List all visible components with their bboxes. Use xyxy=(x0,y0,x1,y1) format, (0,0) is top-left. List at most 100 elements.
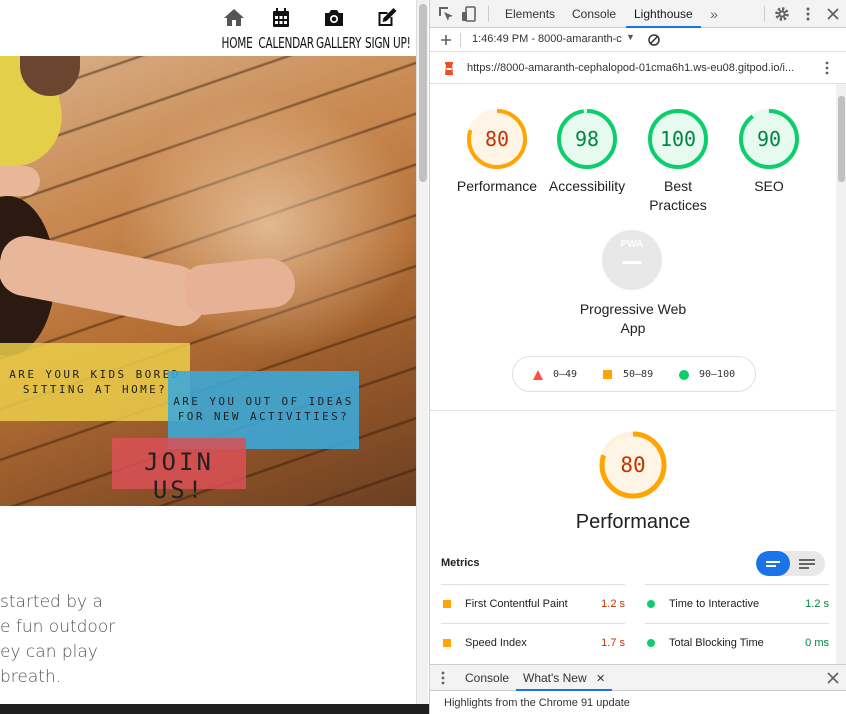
metric-name: First Contentful Paint xyxy=(465,598,568,610)
metric-row: Speed Index 1.7 s xyxy=(441,623,625,662)
gauge-score: 98 xyxy=(574,127,600,151)
drawer-menu-icon[interactable] xyxy=(438,671,448,685)
gauge-best-practices[interactable]: 100 Best Practices xyxy=(633,108,723,215)
nav-gallery[interactable]: GALLERY xyxy=(311,6,362,52)
green-circle-icon xyxy=(647,600,655,608)
edit-icon xyxy=(378,8,397,26)
tab-elements[interactable]: Elements xyxy=(505,0,555,28)
dropdown-arrow-icon[interactable]: ▼ xyxy=(626,32,635,42)
devtools-toolbar: Elements Console Lighthouse » xyxy=(430,0,846,28)
metric-name: Speed Index xyxy=(465,637,527,649)
device-toolbar-icon[interactable] xyxy=(460,5,478,23)
whats-new-text: Highlights from the Chrome 91 update xyxy=(444,697,630,709)
legend-range: 90–100 xyxy=(699,369,736,380)
gauge-score: 100 xyxy=(659,127,697,151)
intro-line: e fun outdoor xyxy=(0,617,116,637)
gauge-performance[interactable]: 80 Performance xyxy=(452,108,542,196)
devtools-drawer: Console What's New ✕ Highlights from the… xyxy=(430,664,846,714)
card-line: sitting at home? xyxy=(22,383,168,396)
drawer-tab-console[interactable]: Console xyxy=(465,665,509,691)
close-icon[interactable] xyxy=(824,5,842,23)
bored-kids-card: Are your kids bored sitting at home? xyxy=(0,343,190,421)
join-us-button[interactable]: Join us! xyxy=(112,438,246,504)
tab-lighthouse[interactable]: Lighthouse xyxy=(626,0,701,28)
card-line: Are your kids bored xyxy=(9,368,181,381)
report-scrollbar[interactable] xyxy=(836,84,846,664)
plus-icon[interactable] xyxy=(439,33,453,47)
pwa-label: Progressive Web App xyxy=(579,301,687,336)
card-line: Are you out of ideas xyxy=(173,395,354,408)
score-legend: 0–49 50–89 90–100 xyxy=(512,356,756,392)
nav-home[interactable]: HOME xyxy=(218,6,253,52)
lighthouse-logo-icon xyxy=(445,62,453,75)
scrollbar-thumb[interactable] xyxy=(419,4,427,182)
nav-label: HOME xyxy=(221,34,253,52)
gauge-score: 80 xyxy=(484,127,510,151)
legend-range: 50–89 xyxy=(623,369,654,380)
page-scrollbar[interactable] xyxy=(416,0,428,704)
camera-icon xyxy=(325,10,343,26)
inspect-element-icon[interactable] xyxy=(437,5,455,23)
metrics-heading: Metrics xyxy=(441,557,480,569)
pwa-badge-icon: PWA xyxy=(602,230,662,290)
performance-gauge: 80 xyxy=(598,430,668,500)
pwa-badge-text: PWA xyxy=(620,239,644,250)
orange-square-icon xyxy=(443,639,451,647)
home-icon xyxy=(224,9,244,26)
orange-square-icon xyxy=(603,370,612,379)
audited-url: https://8000-amaranth-cephalopod-01cma6h… xyxy=(467,62,795,74)
gear-icon[interactable] xyxy=(773,5,791,23)
performance-score: 80 xyxy=(620,453,646,477)
intro-line: breath. xyxy=(0,667,62,687)
intro-line: started by a xyxy=(0,592,103,612)
metric-row: First Contentful Paint 1.2 s xyxy=(441,584,625,623)
calendar-icon xyxy=(273,8,289,27)
metric-name: Time to Interactive xyxy=(669,598,760,610)
green-circle-icon xyxy=(647,639,655,647)
nav-calendar[interactable]: CALENDAR xyxy=(252,6,314,52)
scrollbar-thumb[interactable] xyxy=(838,96,845,182)
orange-square-icon xyxy=(443,600,451,608)
kebab-menu-icon[interactable] xyxy=(799,5,817,23)
metric-value: 1.2 s xyxy=(805,598,829,610)
screen: Are your kids bored sitting at home? Are… xyxy=(0,0,846,714)
taskbar xyxy=(0,704,429,714)
lighthouse-toolbar: 1:46:49 PM - 8000-amaranth-c ▼ xyxy=(430,28,846,52)
website-viewport: Are your kids bored sitting at home? Are… xyxy=(0,0,416,704)
intro-line: ey can play xyxy=(0,642,98,662)
drawer-tab-label: What's New xyxy=(523,671,587,685)
hero-image: Are your kids bored sitting at home? Are… xyxy=(0,56,416,506)
metric-name: Total Blocking Time xyxy=(669,637,764,649)
gauge-label: Accessibility xyxy=(548,178,626,194)
card-line: for new activities? xyxy=(177,410,350,423)
gauge-seo[interactable]: 90 SEO xyxy=(724,108,814,196)
gauge-label: Best Practices xyxy=(649,178,707,213)
metric-value: 0 ms xyxy=(805,637,829,649)
metric-value: 1.7 s xyxy=(601,637,625,649)
site-navbar: HOME CALENDAR GALLERY SIGN UP! xyxy=(0,0,416,56)
gauge-score: 90 xyxy=(756,127,782,151)
performance-title: Performance xyxy=(575,511,691,533)
nav-label: GALLERY xyxy=(316,34,362,52)
nav-sign-up[interactable]: SIGN UP! xyxy=(359,6,414,52)
metric-row: Total Blocking Time 0 ms xyxy=(645,623,829,662)
drawer-tab-whats-new[interactable]: What's New ✕ xyxy=(516,665,613,691)
url-menu-icon[interactable] xyxy=(820,60,834,76)
metric-row: Time to Interactive 1.2 s xyxy=(645,584,829,623)
gauge-accessibility[interactable]: 98 Accessibility xyxy=(542,108,632,196)
red-triangle-icon xyxy=(533,370,543,380)
clear-icon[interactable] xyxy=(647,33,661,47)
metric-value: 1.2 s xyxy=(601,598,625,610)
tab-console[interactable]: Console xyxy=(572,0,616,28)
gauge-label: SEO xyxy=(754,178,784,194)
close-tab-icon[interactable]: ✕ xyxy=(596,673,605,685)
green-circle-icon xyxy=(679,370,689,380)
intro-paragraph: started by a e fun outdoor ey can play b… xyxy=(0,590,140,690)
gauge-label: Performance xyxy=(456,178,538,194)
more-tabs-icon[interactable]: » xyxy=(705,5,723,23)
nav-label: CALENDAR xyxy=(258,34,314,52)
metrics-view-toggle[interactable] xyxy=(756,551,825,576)
close-drawer-icon[interactable] xyxy=(826,671,840,685)
report-selector[interactable]: 1:46:49 PM - 8000-amaranth-c xyxy=(472,33,622,45)
devtools-panel: Elements Console Lighthouse » 1:46:49 PM… xyxy=(429,0,846,714)
